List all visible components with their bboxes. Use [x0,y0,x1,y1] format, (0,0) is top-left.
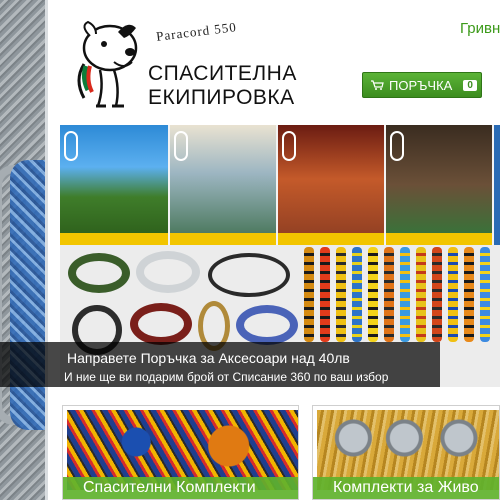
bracelet-stripe [464,247,474,342]
category-tile-rescue-kits[interactable]: Спасителни Комплекти [62,405,299,500]
dog-mascot-logo-icon [77,20,138,108]
cart-count-badge: 0 [463,79,477,91]
bracelet-5 [130,303,192,345]
magazine-logo-icon [390,131,404,161]
bracelet-stripe [432,247,442,342]
category-tile-label[interactable]: Комплекти за Живо [313,477,499,499]
category-tile-survival-kits[interactable]: Комплекти за Живо [312,405,500,500]
bracelet-stripe [352,247,362,342]
magazine-logo-icon [282,131,296,161]
currency-link[interactable]: Гривн [460,20,500,37]
bracelet-stripe [480,247,490,342]
bracelet-stripe [336,247,346,342]
cover-ribbon [170,233,276,245]
bracelet-7 [236,305,298,345]
blue-cord [10,160,48,430]
magazine-logo-icon [64,131,78,161]
bracelet-stripe [416,247,426,342]
bracelet-stripe [448,247,458,342]
magazine-cover-1 [60,125,168,245]
bracelet-stripe [368,247,378,342]
brand-name-line-2: ЕКИПИРОВКА [148,86,295,109]
magazine-cover-5 [494,125,500,245]
magazine-cover-2 [170,125,276,245]
paracord-side-image [0,0,48,500]
order-button-label: ПОРЪЧКА [389,77,453,93]
site-logo[interactable]: Paracord 550 СПАСИТЕЛНА ЕКИПИРОВКА [70,18,300,113]
logo-tagline: Paracord 550 [155,19,238,44]
banner-title[interactable]: Направете Поръчка за Аксесоари над 40лв [67,350,350,366]
order-button[interactable]: ПОРЪЧКА 0 [362,72,482,98]
bracelet-stripe [304,247,314,342]
bracelet-1 [68,253,130,293]
brand-name-line-1: СПАСИТЕЛНА [148,62,297,85]
bracelet-3 [208,253,290,297]
magazine-logo-icon [174,131,188,161]
cover-ribbon [386,233,492,245]
category-tile-label[interactable]: Спасителни Комплекти [63,477,298,499]
cover-ribbon [278,233,384,245]
strip-edge [45,0,48,500]
bracelet-2 [136,251,200,293]
banner-subtitle: И ние ще ви подарим брой от Списание 360… [64,370,389,384]
magazine-cover-4 [386,125,492,245]
bracelet-stripe [400,247,410,342]
cover-ribbon [60,233,168,245]
bracelet-stripe [384,247,394,342]
magazine-cover-3 [278,125,384,245]
bracelet-stripe [320,247,330,342]
cart-icon [371,80,384,90]
